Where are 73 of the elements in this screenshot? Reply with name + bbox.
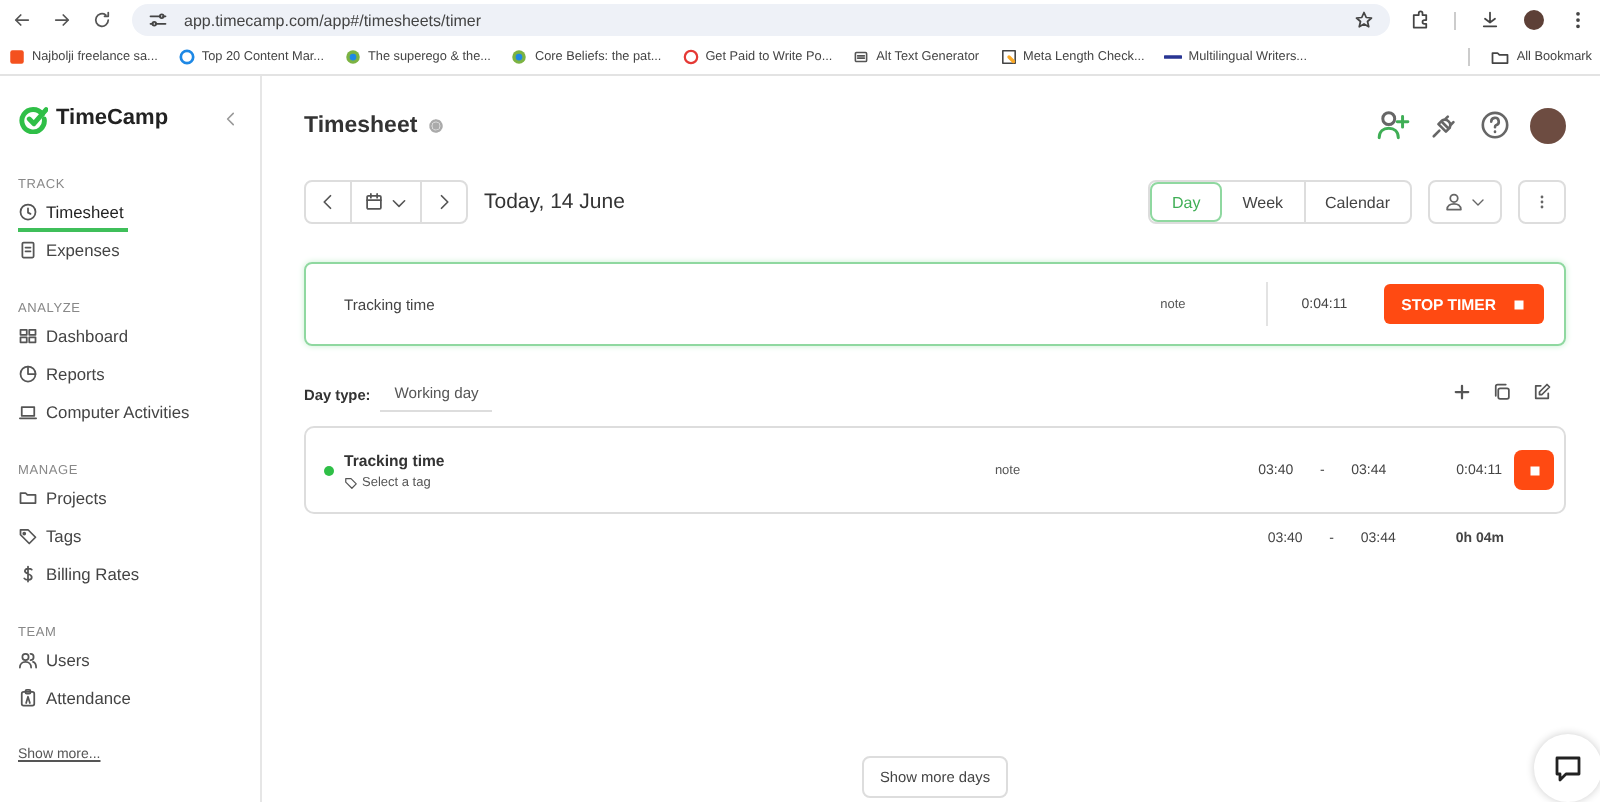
bookmark-favicon-icon xyxy=(681,48,700,66)
bookmark-favicon-icon xyxy=(999,48,1018,66)
tag-icon xyxy=(18,525,38,545)
user-filter-button[interactable] xyxy=(1428,180,1502,224)
tag-icon xyxy=(344,475,358,489)
copy-icon xyxy=(1492,382,1512,402)
clipboard-icon xyxy=(18,687,38,707)
chevron-down-icon xyxy=(1470,194,1486,210)
dollar-icon xyxy=(18,563,38,583)
sidebar-item[interactable]: Users xyxy=(18,642,94,680)
current-date: Today, 14 June xyxy=(484,190,625,214)
sidebar-item[interactable]: Dashboard xyxy=(18,318,132,356)
site-info-icon xyxy=(148,10,168,30)
extensions-icon xyxy=(1410,10,1430,30)
bookmark-favicon-icon xyxy=(852,48,871,66)
download-icon xyxy=(1480,10,1500,30)
sidebar-item[interactable]: Billing Rates xyxy=(18,556,144,594)
sidebar-item[interactable]: Tags xyxy=(18,518,86,556)
settings-icon xyxy=(427,118,444,134)
address-bar[interactable]: app.timecamp.com/app#/timesheets/timer xyxy=(132,4,1390,36)
user-avatar[interactable] xyxy=(1530,108,1566,144)
stop-entry-button[interactable] xyxy=(1514,450,1554,490)
app-logo-text: TimeCamp xyxy=(56,106,169,130)
timecamp-logo-icon xyxy=(18,103,48,133)
collapse-sidebar-button[interactable] xyxy=(222,109,240,127)
sidebar-item[interactable]: Timesheet xyxy=(18,194,128,232)
back-button[interactable] xyxy=(12,10,32,30)
edit-icon xyxy=(1532,382,1552,402)
extensions-button[interactable] xyxy=(1410,10,1430,30)
calendar-icon xyxy=(364,192,384,212)
laptop-icon xyxy=(18,401,38,421)
stop-icon xyxy=(1510,295,1528,313)
download-button[interactable] xyxy=(1480,10,1500,30)
chevron-left-icon xyxy=(222,109,240,127)
profile-avatar[interactable] xyxy=(1524,10,1544,30)
back-icon xyxy=(12,10,32,30)
forward-icon xyxy=(52,10,72,30)
help-icon xyxy=(1480,109,1510,139)
chat-button[interactable] xyxy=(1534,734,1600,802)
copy-button[interactable] xyxy=(1492,382,1512,406)
sidebar-item[interactable]: Reports xyxy=(18,356,109,394)
view-tab[interactable]: Week xyxy=(1222,182,1306,222)
bookmark-favicon-icon xyxy=(8,48,26,66)
add-user-button[interactable] xyxy=(1376,107,1410,145)
url-text: app.timecamp.com/app#/timesheets/timer xyxy=(184,11,482,29)
users-icon xyxy=(18,649,38,669)
plug-button[interactable] xyxy=(1430,109,1460,143)
reload-button[interactable] xyxy=(92,10,112,30)
sidebar-item[interactable]: Computer Activities xyxy=(18,394,194,432)
chat-icon xyxy=(1552,752,1584,784)
receipt-icon xyxy=(18,239,38,259)
bookmark-favicon-icon xyxy=(177,48,196,66)
sidebar-item[interactable]: Expenses xyxy=(18,232,124,270)
star-icon xyxy=(1354,10,1374,30)
sidebar-item[interactable]: Projects xyxy=(18,480,111,518)
reload-icon xyxy=(92,10,112,30)
stop-icon xyxy=(1525,461,1543,479)
help-button[interactable] xyxy=(1480,109,1510,143)
bookmark-favicon-icon xyxy=(510,48,529,66)
user-icon xyxy=(1444,192,1464,212)
page-title: Timesheet xyxy=(304,114,418,138)
bookmark-favicon-icon xyxy=(343,48,362,66)
plug-icon xyxy=(1430,109,1460,139)
pie-chart-icon xyxy=(18,363,38,383)
folder-icon xyxy=(1490,47,1511,67)
view-tab[interactable]: Calendar xyxy=(1305,182,1410,222)
add-user-icon xyxy=(1376,107,1410,141)
clock-icon xyxy=(18,201,38,221)
add-entry-icon xyxy=(1452,382,1472,402)
sidebar-item[interactable]: Attendance xyxy=(18,680,135,718)
forward-button[interactable] xyxy=(52,10,72,30)
folder-icon xyxy=(18,487,38,507)
grid-icon xyxy=(18,325,38,345)
